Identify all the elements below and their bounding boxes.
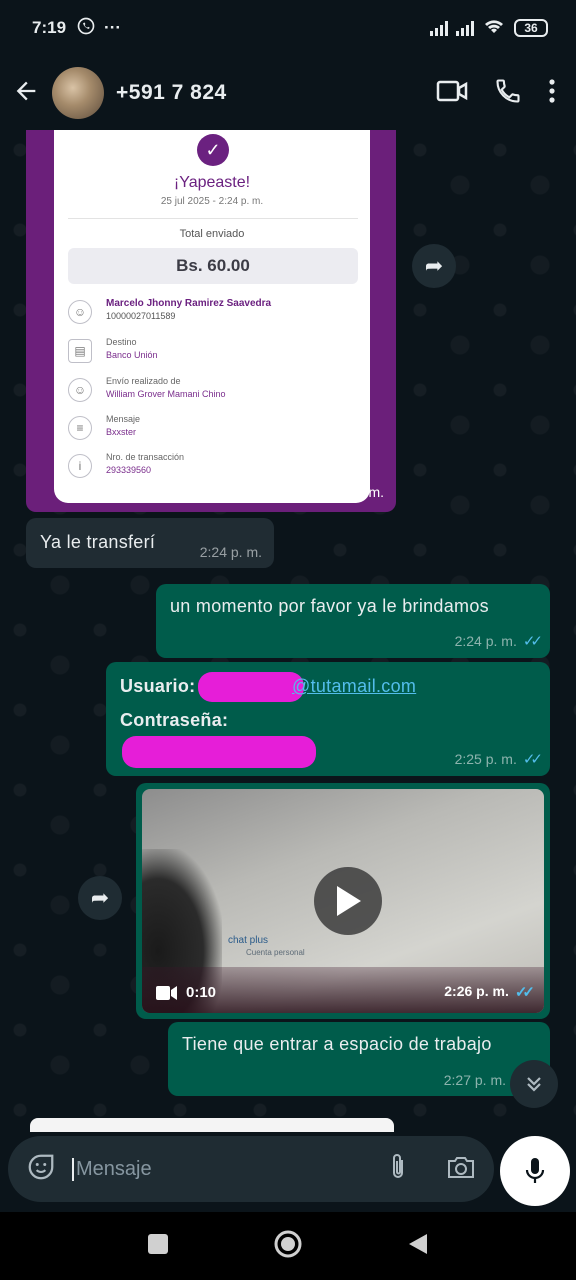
- receipt-row-value: Banco Unión: [106, 350, 158, 360]
- redaction-mark: [198, 672, 304, 702]
- contact-name[interactable]: +591 7 824: [116, 81, 227, 105]
- signal-icon: [430, 20, 448, 36]
- video-message[interactable]: chat plus Cuenta personal 0:10 2:26 p. m…: [136, 783, 550, 1019]
- receipt-row-label: Envío realizado de: [106, 376, 181, 386]
- message-text: Ya le transferí: [40, 532, 156, 552]
- message-meta: 2:25 p. m. ✓✓: [454, 750, 543, 768]
- menu-icon[interactable]: [548, 78, 556, 109]
- video-duration: 0:10: [156, 984, 216, 1001]
- message-time: 2:24 p. m.: [321, 484, 384, 500]
- receipt-row-label: Nro. de transacción: [106, 452, 185, 462]
- mic-icon: [525, 1158, 545, 1183]
- receipt-row-label: Destino: [106, 337, 137, 347]
- video-duration-text: 0:10: [186, 984, 217, 1001]
- chat-header: +591 7 824: [0, 56, 576, 130]
- receipt-amount: Bs. 60.00: [68, 248, 358, 284]
- receipt-total-label: Total enviado: [179, 228, 245, 240]
- forward-icon[interactable]: ➦: [412, 244, 456, 288]
- mic-button[interactable]: [500, 1136, 570, 1206]
- status-bar: 7:19 ··· 36: [0, 0, 576, 56]
- info-icon: i: [68, 454, 92, 478]
- receipt-row-transaction: i Nro. de transacción 293339560: [68, 452, 358, 486]
- video-call-icon[interactable]: [436, 78, 468, 109]
- message-meta: 2:24 p. m. ✓✓: [454, 632, 543, 650]
- message-user-label: Usuario:: [120, 676, 196, 696]
- message-text: Tiene que entrar a espacio de trabajo: [182, 1034, 492, 1054]
- outgoing-message[interactable]: Tiene que entrar a espacio de trabajo 2:…: [168, 1022, 550, 1096]
- receipt-row-value: Bxxster: [106, 427, 137, 437]
- incoming-message[interactable]: Ya le transferí 2:24 p. m.: [26, 518, 274, 568]
- receipt-row-value: 293339560: [106, 465, 152, 475]
- person-icon: ☺: [68, 300, 92, 324]
- message-time: 2:27 p. m.: [443, 1072, 506, 1088]
- phone-call-icon[interactable]: [494, 77, 522, 110]
- receipt-image-message[interactable]: ✓ ¡Yapeaste! 25 jul 2025 - 2:24 p. m. To…: [26, 130, 396, 512]
- receipt-divider: [68, 218, 358, 219]
- back-icon[interactable]: [407, 1232, 429, 1261]
- avatar[interactable]: [52, 67, 104, 119]
- wifi-icon: [482, 17, 506, 40]
- outgoing-message[interactable]: un momento por favor ya le brindamos 2:2…: [156, 584, 550, 658]
- receipt-row-recipient: ☺ Marcelo Jhonny Ramirez Saavedra 100000…: [68, 298, 358, 332]
- read-ticks-icon: ✓✓: [522, 751, 543, 768]
- video-brand-text: chat plus: [228, 935, 269, 946]
- battery-icon: 36: [514, 19, 548, 37]
- message-password-label: Contraseña:: [120, 710, 229, 730]
- receipt-row-value: William Grover Mamani Chino: [106, 389, 226, 399]
- chevron-down-icon: [527, 1077, 541, 1092]
- video-brand-sub: Cuenta personal: [246, 948, 305, 957]
- play-icon[interactable]: [314, 867, 382, 935]
- receipt-row-sender: ☺ Envío realizado de William Grover Mama…: [68, 376, 358, 410]
- receipt-row-message: ≡ Mensaje Bxxster: [68, 414, 358, 448]
- receipt-date: 25 jul 2025 - 2:24 p. m.: [160, 196, 264, 207]
- home-icon[interactable]: [273, 1229, 303, 1264]
- recents-icon[interactable]: [147, 1233, 169, 1260]
- message-input[interactable]: Mensaje: [72, 1157, 386, 1181]
- status-more: ···: [104, 18, 122, 37]
- message-meta: 2:26 p. m. ✓✓: [444, 983, 535, 1001]
- receipt-row-destination: ▤ Destino Banco Unión: [68, 337, 358, 371]
- receipt-card: ✓ ¡Yapeaste! 25 jul 2025 - 2:24 p. m. To…: [54, 130, 370, 503]
- signal-icon-2: [456, 20, 474, 36]
- system-nav-bar: [0, 1212, 576, 1280]
- message-time: 2:26 p. m.: [444, 983, 509, 999]
- partial-message: [30, 1118, 394, 1132]
- whatsapp-icon: [76, 16, 96, 41]
- redaction-mark: [122, 736, 316, 768]
- receipt-row-label: Mensaje: [106, 414, 141, 424]
- receipt-row-value: 10000027011589: [106, 311, 176, 321]
- message-text: un momento por favor ya le brindamos: [170, 596, 489, 616]
- receipt-row-label: Marcelo Jhonny Ramirez Saavedra: [106, 298, 272, 309]
- attach-icon[interactable]: [386, 1152, 410, 1187]
- message-icon: ≡: [68, 416, 92, 440]
- status-time: 7:19: [32, 18, 67, 37]
- sticker-icon[interactable]: [26, 1152, 56, 1187]
- receipt-title: ¡Yapeaste!: [173, 174, 251, 191]
- bank-doc-icon: ▤: [68, 339, 92, 363]
- person-icon: ☺: [68, 378, 92, 402]
- message-email-link[interactable]: @tutamail.com: [292, 676, 416, 697]
- read-ticks-icon: ✓✓: [514, 984, 535, 1001]
- outgoing-message[interactable]: Usuario: @tutamail.com Contraseña: 2:25 …: [106, 662, 550, 776]
- message-input-bar: Mensaje: [8, 1136, 494, 1202]
- message-time: 2:25 p. m.: [454, 751, 517, 767]
- video-thumbnail[interactable]: chat plus Cuenta personal 0:10 2:26 p. m…: [142, 789, 544, 1013]
- video-camera-icon: [156, 985, 177, 1000]
- message-time: 2:24 p. m.: [199, 544, 262, 560]
- forward-icon[interactable]: ➦: [78, 876, 122, 920]
- camera-icon[interactable]: [446, 1154, 476, 1185]
- message-time: 2:24 p. m.: [454, 633, 517, 649]
- read-ticks-icon: ✓✓: [522, 633, 543, 650]
- checkmark-icon: ✓: [197, 134, 229, 166]
- back-arrow-icon[interactable]: [12, 77, 40, 110]
- scroll-to-bottom-button[interactable]: [510, 1060, 558, 1108]
